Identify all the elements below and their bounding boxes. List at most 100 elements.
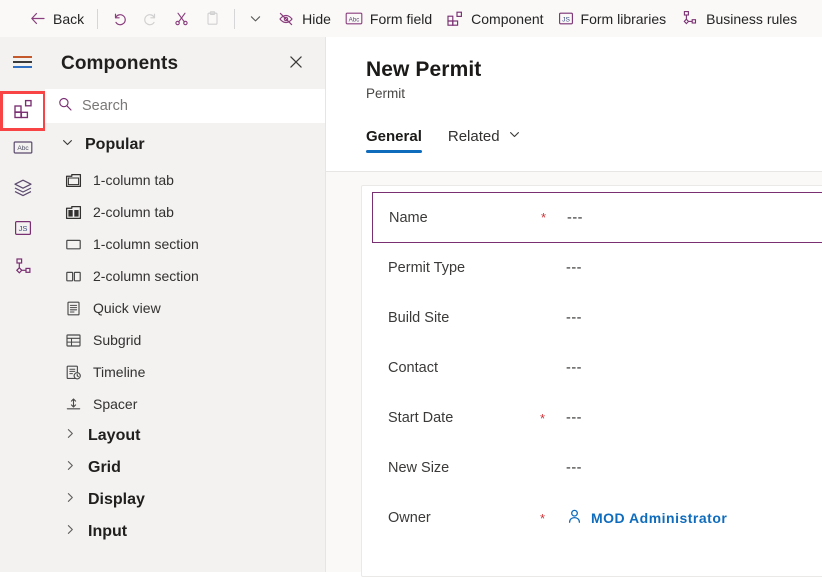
close-icon — [288, 54, 304, 75]
search-icon — [57, 96, 73, 117]
list-item[interactable]: 2-column section — [45, 260, 325, 292]
tab-label: Related — [447, 128, 500, 145]
list-item[interactable]: 2-column tab — [45, 196, 325, 228]
hamburger-menu-button[interactable] — [3, 43, 43, 81]
subgrid-icon — [64, 331, 82, 349]
back-button[interactable]: Back — [22, 3, 91, 35]
category-grid[interactable]: Grid — [45, 452, 325, 484]
sidebar-item-form-libraries[interactable]: JS — [3, 211, 43, 249]
tab-general[interactable]: General — [366, 128, 422, 153]
field-label: New Size — [388, 460, 450, 476]
scissors-icon — [173, 10, 190, 27]
field-value: --- — [566, 260, 582, 276]
arrow-left-icon — [29, 10, 46, 27]
component-grid-icon — [12, 98, 34, 125]
page-subtitle: Permit — [366, 86, 406, 101]
search-box[interactable] — [45, 89, 325, 123]
field-label: Contact — [388, 360, 438, 376]
category-label: Grid — [88, 459, 121, 476]
list-item[interactable]: 1-column tab — [45, 164, 325, 196]
undo-button[interactable] — [104, 3, 135, 35]
category-input[interactable]: Input — [45, 516, 325, 548]
chevron-right-icon — [64, 459, 77, 477]
field-label: Start Date — [388, 410, 454, 426]
list-item[interactable]: 1-column section — [45, 228, 325, 260]
list-item-label: 2-column section — [93, 268, 199, 284]
abc-box-icon: Abc — [345, 11, 363, 26]
one-column-tab-icon — [64, 171, 82, 189]
components-panel: Components Popular 1-column tab 2-column… — [45, 37, 326, 572]
abc-box-icon: Abc — [12, 139, 34, 161]
form-section-card: Name * --- Permit Type --- Build Site --… — [361, 185, 822, 577]
list-item[interactable]: Spacer — [45, 388, 325, 420]
two-column-tab-icon — [64, 203, 82, 221]
field-value: --- — [566, 310, 582, 326]
list-item-label: Timeline — [93, 364, 146, 380]
owner-value[interactable]: MOD Administrator — [566, 508, 727, 528]
more-commands-button[interactable] — [241, 3, 270, 35]
group-header-popular[interactable]: Popular — [45, 123, 325, 164]
form-field-button[interactable]: Abc Form field — [338, 3, 439, 35]
category-display[interactable]: Display — [45, 484, 325, 516]
command-bar: Back Hide Abc Form field Component JS Fo… — [0, 0, 822, 37]
redo-button[interactable] — [135, 3, 166, 35]
form-field-name[interactable]: Name * --- — [372, 192, 822, 243]
sidebar-item-components[interactable] — [0, 91, 46, 131]
category-label: Layout — [88, 427, 141, 444]
field-label: Build Site — [388, 310, 450, 326]
sidebar-item-business-rules[interactable] — [3, 251, 43, 289]
chevron-right-icon — [64, 491, 77, 509]
group-label: Popular — [85, 136, 145, 153]
category-label: Input — [88, 523, 128, 540]
list-item[interactable]: Quick view — [45, 292, 325, 324]
toolbar-divider — [97, 8, 99, 29]
tab-related[interactable]: Related — [448, 128, 521, 153]
components-panel-header: Components — [45, 37, 325, 87]
form-libraries-label: Form libraries — [580, 10, 667, 27]
category-layout[interactable]: Layout — [45, 420, 325, 452]
form-header: New Permit Permit — [326, 37, 822, 101]
sidebar-item-layers[interactable] — [3, 171, 43, 209]
one-column-section-icon — [64, 235, 82, 253]
chevron-down-icon — [248, 11, 263, 26]
category-label: Display — [88, 491, 145, 508]
left-icon-rail: Abc JS — [0, 37, 46, 572]
form-field-new-size[interactable]: New Size --- — [362, 443, 822, 493]
layers-icon — [12, 177, 34, 204]
chevron-down-icon — [508, 128, 521, 145]
business-rules-icon — [680, 10, 699, 28]
business-rules-button[interactable]: Business rules — [673, 3, 804, 35]
toolbar-divider-2 — [234, 8, 236, 29]
form-field-contact[interactable]: Contact --- — [362, 343, 822, 393]
hide-button[interactable]: Hide — [270, 3, 338, 35]
page-title: New Permit — [366, 58, 482, 81]
chevron-right-icon — [64, 427, 77, 445]
timeline-icon — [64, 363, 82, 381]
undo-icon — [111, 10, 128, 27]
list-item[interactable]: Timeline — [45, 356, 325, 388]
svg-text:Abc: Abc — [17, 145, 29, 152]
component-label: Component — [471, 10, 544, 27]
back-label: Back — [53, 10, 85, 27]
component-button[interactable]: Component — [439, 3, 550, 35]
field-label: Name — [389, 209, 428, 226]
paste-button[interactable] — [197, 3, 228, 35]
component-grid-icon — [446, 10, 464, 28]
form-body: Name * --- Permit Type --- Build Site --… — [326, 172, 822, 577]
js-box-icon: JS — [13, 219, 33, 242]
form-field-permit-type[interactable]: Permit Type --- — [362, 243, 822, 293]
hamburger-menu-icon — [13, 53, 32, 71]
close-panel-button[interactable] — [283, 51, 309, 77]
owner-name: MOD Administrator — [591, 510, 728, 526]
list-item-label: 2-column tab — [93, 204, 174, 220]
list-item[interactable]: Subgrid — [45, 324, 325, 356]
form-field-build-site[interactable]: Build Site --- — [362, 293, 822, 343]
form-field-start-date[interactable]: Start Date * --- — [362, 393, 822, 443]
panel-title: Components — [61, 53, 179, 74]
svg-text:JS: JS — [18, 224, 27, 233]
sidebar-item-table-columns[interactable]: Abc — [3, 131, 43, 169]
cut-button[interactable] — [166, 3, 197, 35]
search-input[interactable] — [82, 98, 313, 114]
form-field-owner[interactable]: Owner * MOD Administrator — [362, 493, 822, 543]
form-libraries-button[interactable]: JS Form libraries — [551, 3, 674, 35]
